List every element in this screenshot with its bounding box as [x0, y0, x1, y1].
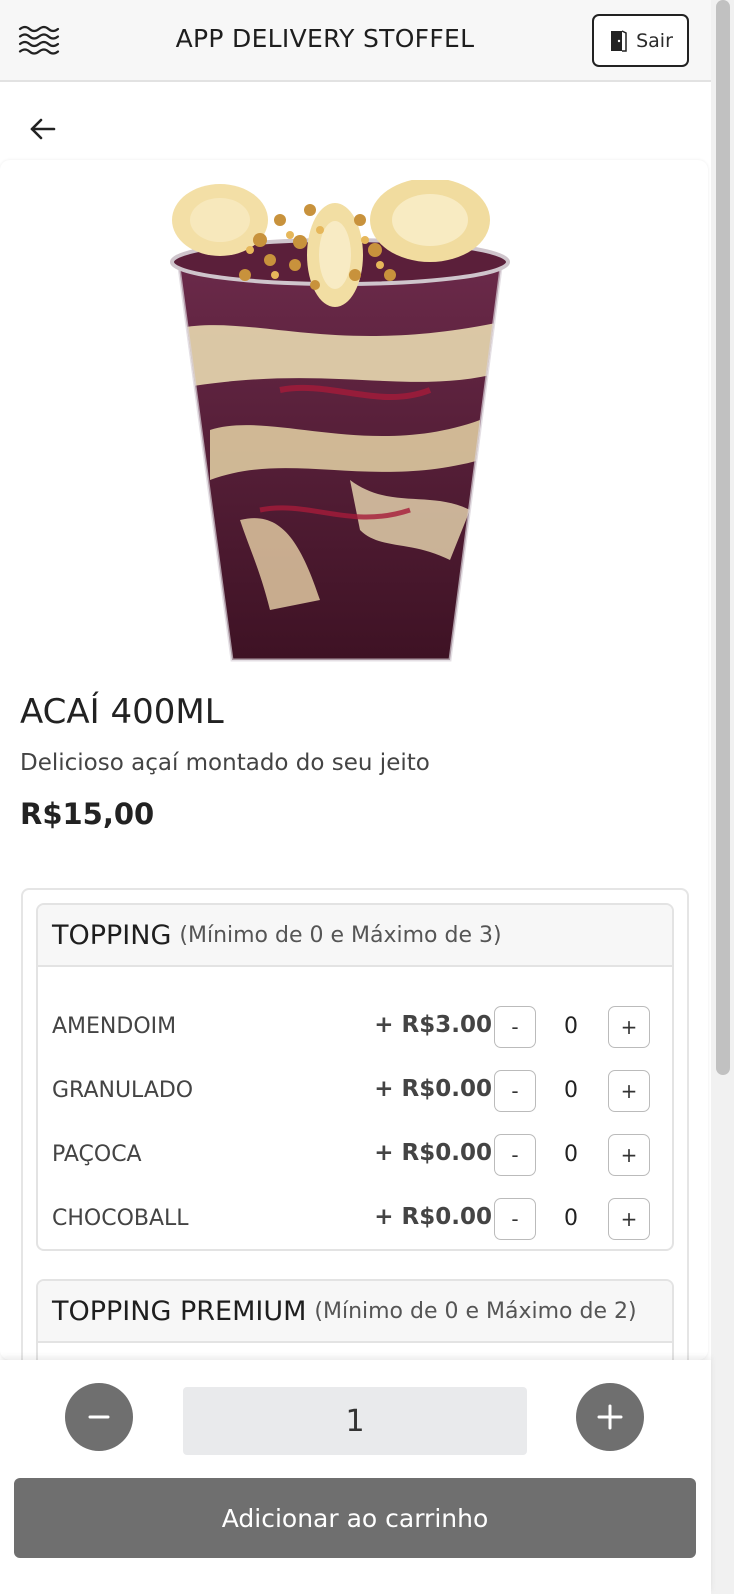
option-group-header: TOPPING PREMIUM (Mínimo de 0 e Máximo de… [38, 1281, 672, 1343]
option-name: CHOCOBALL [52, 1206, 189, 1231]
option-name: GRANULADO [52, 1078, 194, 1103]
decrement-button[interactable]: - [494, 1006, 536, 1048]
decrement-button[interactable]: - [494, 1198, 536, 1240]
option-quantity: 0 [564, 1206, 578, 1231]
list-item: CHOCOBALL + R$0.00 - 0 + [38, 1198, 672, 1242]
option-group-name: TOPPING [52, 919, 172, 951]
list-item: AMENDOIM + R$3.00 - 0 + [38, 1006, 672, 1050]
product-title: ACAÍ 400ML [20, 692, 224, 732]
option-group-topping: TOPPING (Mínimo de 0 e Máximo de 3) AMEN… [36, 903, 674, 1251]
option-group-name: TOPPING PREMIUM [52, 1295, 307, 1327]
door-icon [611, 29, 627, 52]
minus-icon [88, 1415, 110, 1419]
list-item: GRANULADO + R$0.00 - 0 + [38, 1070, 672, 1114]
product-description: Delicioso açaí montado do seu jeito [20, 750, 430, 776]
option-name: AMENDOIM [52, 1014, 177, 1039]
decrement-button[interactable]: - [494, 1070, 536, 1112]
logout-label: Sair [636, 29, 673, 52]
add-to-cart-button[interactable]: Adicionar ao carrinho [14, 1478, 696, 1558]
option-group-range: (Mínimo de 0 e Máximo de 3) [179, 922, 502, 948]
list-item: PAÇOCA + R$0.00 - 0 + [38, 1134, 672, 1178]
increment-button[interactable]: + [608, 1134, 650, 1176]
product-price: R$15,00 [20, 797, 155, 831]
option-price: + R$3.00 [374, 1012, 492, 1038]
plus-icon [597, 1404, 623, 1430]
option-price: + R$0.00 [374, 1140, 492, 1166]
option-quantity: 0 [564, 1142, 578, 1167]
option-group-header: TOPPING (Mínimo de 0 e Máximo de 3) [38, 905, 672, 967]
option-price: + R$0.00 [374, 1204, 492, 1230]
increase-quantity-button[interactable] [576, 1383, 644, 1451]
increment-button[interactable]: + [608, 1070, 650, 1112]
logout-button[interactable]: Sair [592, 14, 689, 67]
arrow-left-icon[interactable] [26, 112, 60, 146]
option-quantity: 0 [564, 1014, 578, 1039]
option-group-range: (Mínimo de 0 e Máximo de 2) [314, 1298, 637, 1324]
app-title: APP DELIVERY STOFFEL [175, 24, 475, 53]
scrollbar-thumb[interactable] [716, 0, 730, 1075]
increment-button[interactable]: + [608, 1198, 650, 1240]
acai-cup-image [170, 180, 510, 662]
top-navbar: APP DELIVERY STOFFEL Sair [0, 0, 711, 82]
quantity-display: 1 [183, 1387, 527, 1455]
increment-button[interactable]: + [608, 1006, 650, 1048]
option-quantity: 0 [564, 1078, 578, 1103]
option-price: + R$0.00 [374, 1076, 492, 1102]
decrease-quantity-button[interactable] [65, 1383, 133, 1451]
option-name: PAÇOCA [52, 1142, 142, 1167]
decrement-button[interactable]: - [494, 1134, 536, 1176]
